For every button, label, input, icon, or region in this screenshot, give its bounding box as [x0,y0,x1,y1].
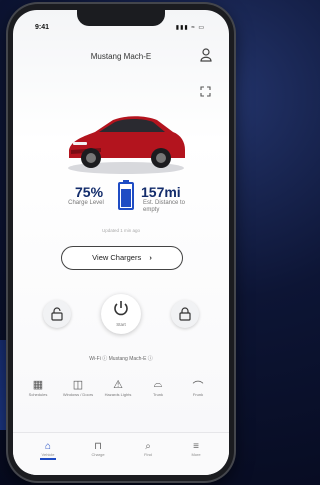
status-bar: 9:41 ▮▮▮ ≈ ▭ [13,10,229,36]
car-door-icon: ◫ [72,379,84,391]
lock-icon [179,307,191,321]
tab-label: Charge [91,452,105,457]
person-icon[interactable] [199,48,213,64]
tab-bar: ⌂ Vehicle ⊓ Charge ⌕ Find ≡ More [13,432,229,475]
expand-icon[interactable] [199,86,211,98]
vehicle-status: 75% Charge Level 157mi Est. Distance to … [13,180,229,230]
garage-icon: ⊓ [94,441,102,452]
range-value: 157mi [141,184,181,200]
chevron-right-icon: › [149,253,152,262]
start-button[interactable]: Start [101,294,141,334]
vehicle-image [68,116,185,174]
battery-icon [118,180,134,210]
status-time: 9:41 [35,24,50,31]
vehicle-name: Mustang Mach-E [90,52,152,61]
action-hazards[interactable]: ⚠ Hazards Lights [101,378,135,397]
search-icon: ⌕ [145,441,151,452]
charge-label: Charge Level [68,200,104,206]
view-chargers-label: View Chargers [92,253,142,262]
tab-charge[interactable]: ⊓ Charge [83,441,113,457]
action-label: Frunk [192,392,204,397]
home-icon: ⌂ [44,441,52,452]
action-label: Hazards Lights [104,392,132,397]
action-frunk[interactable]: ⌒ Frunk [181,378,215,397]
action-label: Schedules [28,392,48,397]
unlock-button[interactable] [43,300,71,328]
action-label: Windows / Doors [62,392,94,397]
start-label: Start [116,322,126,327]
range-label: Est. Distance to empty [143,200,186,213]
tab-label: More [191,452,201,457]
tab-vehicle[interactable]: ⌂ Vehicle [33,441,63,460]
tab-label: Vehicle [41,452,55,457]
unlock-icon [51,307,63,321]
phone-screen: 9:41 ▮▮▮ ≈ ▭ Mustang Mach-E 75% Charge L… [13,10,229,475]
tab-find[interactable]: ⌕ Find [133,441,163,457]
wifi-status: Wi-Fi ⓘ Mustang Mach-E ⓘ [89,356,153,362]
tab-more[interactable]: ≡ More [181,441,211,457]
more-icon: ≡ [193,441,199,452]
action-schedules[interactable]: ▦ Schedules [21,378,55,397]
power-icon [101,299,141,322]
charge-value: 75% [75,184,104,200]
quick-actions: ▦ Schedules ◫ Windows / Doors ⚠ Hazards … [21,378,221,422]
signal-icons: ▮▮▮ ≈ ▭ [175,25,205,31]
trunk-icon: ⌓ [153,378,163,390]
action-label: Trunk [152,392,164,397]
notch [77,10,165,26]
action-trunk[interactable]: ⌓ Trunk [141,378,175,397]
tab-label: Find [144,452,152,457]
lock-button[interactable] [171,300,199,328]
action-windows-doors[interactable]: ◫ Windows / Doors [61,378,95,397]
updated-timestamp: Updated 1 min ago [101,228,141,233]
frunk-icon: ⌒ [192,381,204,393]
view-chargers-button[interactable]: View Chargers › [61,246,183,270]
calendar-icon: ▦ [32,379,44,391]
hazard-icon: ⚠ [113,379,123,391]
